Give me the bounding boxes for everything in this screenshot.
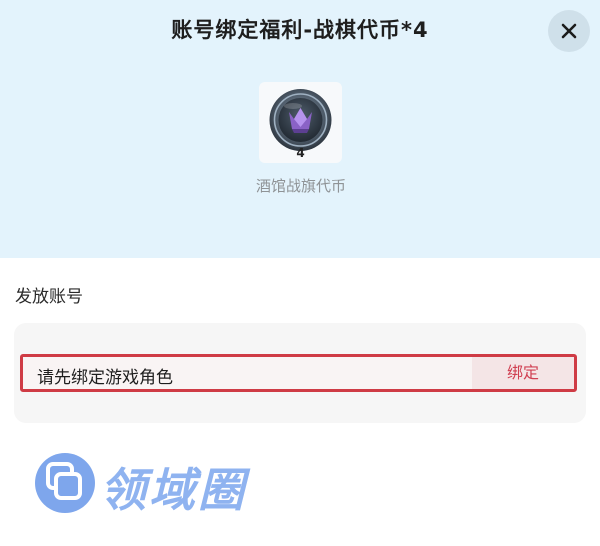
bind-hint-text: 请先绑定游戏角色 bbox=[37, 368, 173, 388]
reward-item: 4 bbox=[259, 82, 342, 163]
dialog-title: 账号绑定福利-战棋代币*4 bbox=[171, 18, 429, 42]
watermark-text: 领域圈 bbox=[100, 463, 247, 517]
bind-account-row[interactable]: 请先绑定游戏角色 绑定 bbox=[20, 354, 577, 392]
reward-header-panel: 账号绑定福利-战棋代币*4 4 酒馆战旗代币 bbox=[0, 0, 600, 258]
reward-count: 4 bbox=[296, 146, 305, 160]
close-icon bbox=[561, 23, 577, 39]
section-label: 发放账号 bbox=[15, 287, 83, 307]
reward-name: 酒馆战旗代币 bbox=[255, 177, 346, 195]
watermark-logo-icon bbox=[35, 453, 95, 513]
bind-button[interactable]: 绑定 bbox=[472, 357, 574, 389]
close-button[interactable] bbox=[548, 10, 590, 52]
